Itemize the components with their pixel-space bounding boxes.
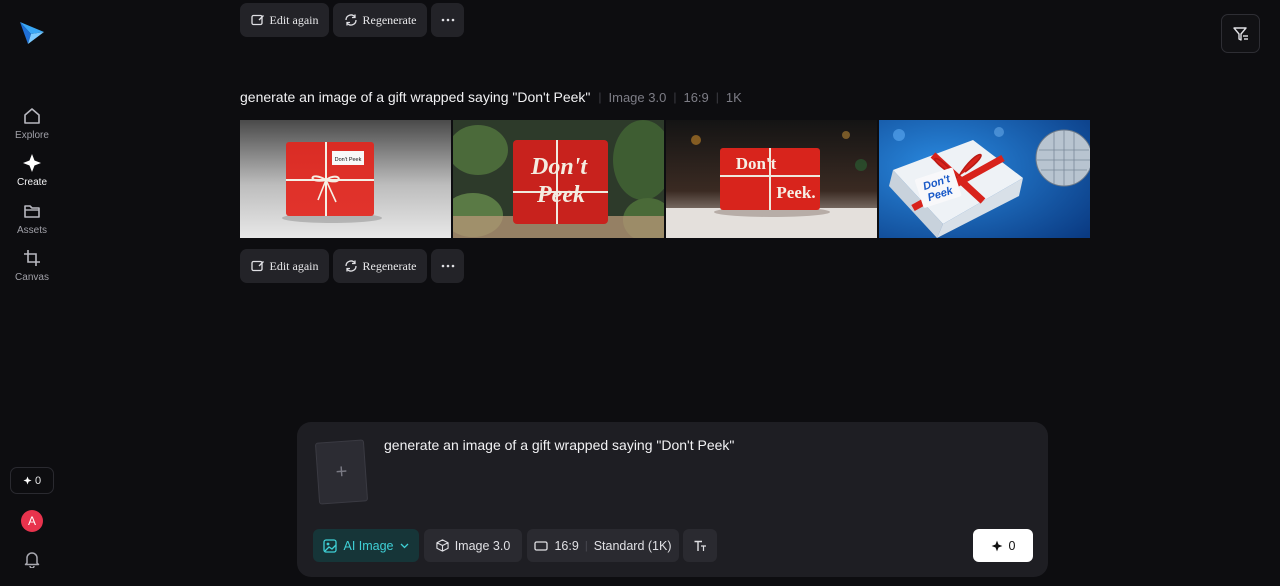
sidebar-item-label: Create	[16, 177, 47, 188]
bell-icon[interactable]	[23, 550, 41, 568]
folder-icon	[24, 205, 40, 218]
edit-icon	[250, 14, 264, 26]
model-label: Image 3.0	[454, 538, 511, 553]
mode-selector[interactable]: AI Image	[313, 529, 419, 562]
more-options-button[interactable]	[431, 3, 464, 37]
model-selector[interactable]: Image 3.0	[424, 529, 522, 562]
avatar[interactable]: A	[21, 510, 43, 532]
crop-icon	[24, 250, 40, 266]
filter-button[interactable]	[1221, 14, 1260, 53]
divider: |	[715, 90, 719, 104]
sparkle-icon	[23, 476, 32, 485]
sidebar-item-explore[interactable]: Explore	[0, 106, 64, 150]
ai-image-icon	[323, 538, 338, 553]
gift-label-text: Don't Peek	[335, 157, 362, 163]
logo-icon[interactable]	[18, 20, 46, 46]
edit-again-label: Edit again	[269, 12, 319, 27]
divider: |	[673, 90, 677, 104]
generate-button[interactable]: 0	[973, 529, 1033, 562]
sidebar-item-label: Explore	[15, 130, 49, 141]
quality-label: Standard (1K)	[593, 538, 672, 553]
gift-label-text: Don't	[530, 154, 588, 180]
sidebar-item-canvas[interactable]: Canvas	[0, 248, 64, 292]
gift-image: Don't Peek	[453, 120, 664, 238]
refresh-icon	[344, 14, 357, 26]
aspect-ratio-icon	[534, 540, 549, 551]
text-style-button[interactable]	[683, 529, 717, 562]
chevron-down-icon	[400, 543, 408, 548]
generated-image-3[interactable]: Don't Peek.	[666, 120, 877, 238]
generation-prompt: generate an image of a gift wrapped sayi…	[240, 89, 591, 105]
generation-ratio: 16:9	[683, 89, 709, 105]
generated-image-4[interactable]: Don't Peek	[879, 120, 1090, 238]
more-icon	[441, 264, 454, 268]
gift-image: Don't Peek	[240, 120, 451, 238]
more-options-button[interactable]	[431, 249, 464, 283]
divider: |	[598, 90, 602, 104]
text-icon	[694, 540, 706, 551]
prompt-input[interactable]: generate an image of a gift wrapped sayi…	[384, 437, 734, 453]
sidebar: Explore Create Assets Canvas 0 A	[0, 0, 64, 586]
divider: |	[584, 539, 588, 552]
generation-header: generate an image of a gift wrapped sayi…	[240, 88, 742, 106]
regenerate-label: Regenerate	[362, 12, 417, 27]
sidebar-item-assets[interactable]: Assets	[0, 201, 64, 245]
refresh-icon	[344, 260, 357, 272]
cube-icon	[436, 539, 449, 552]
sparkle-icon	[23, 154, 41, 172]
regenerate-button[interactable]: Regenerate	[333, 249, 427, 283]
gift-label-text: Peek.	[776, 183, 815, 202]
more-icon	[441, 18, 454, 22]
gift-label-text: Don't	[736, 154, 777, 173]
gift-image: Don't Peek.	[666, 120, 877, 238]
sidebar-item-label: Canvas	[15, 272, 49, 283]
regenerate-button[interactable]: Regenerate	[333, 3, 427, 37]
generated-image-2[interactable]: Don't Peek	[453, 120, 664, 238]
generated-image-1[interactable]: Don't Peek	[240, 120, 451, 238]
edit-again-button[interactable]: Edit again	[240, 249, 329, 283]
generation-resolution: 1K	[725, 89, 742, 105]
edit-icon	[250, 260, 264, 272]
mode-label: AI Image	[343, 538, 394, 553]
ratio-label: 16:9	[554, 538, 579, 553]
credits-badge[interactable]: 0	[10, 467, 54, 494]
home-icon	[24, 108, 40, 124]
edit-again-label: Edit again	[269, 258, 319, 273]
generation-model: Image 3.0	[608, 89, 667, 105]
filter-icon	[1232, 26, 1248, 41]
credits-count: 0	[34, 474, 42, 487]
gift-image: Don't Peek	[879, 120, 1090, 238]
gift-label-text: Peek	[536, 182, 585, 208]
sparkle-icon	[991, 540, 1002, 551]
edit-again-button[interactable]: Edit again	[240, 3, 329, 37]
plus-icon: +	[334, 460, 349, 483]
sidebar-item-label: Assets	[16, 225, 47, 236]
ratio-quality-selector[interactable]: 16:9 | Standard (1K)	[527, 529, 679, 562]
sidebar-item-create[interactable]: Create	[0, 153, 64, 197]
regenerate-label: Regenerate	[362, 258, 417, 273]
upload-reference-button[interactable]: +	[314, 439, 369, 505]
generate-cost: 0	[1008, 538, 1016, 553]
